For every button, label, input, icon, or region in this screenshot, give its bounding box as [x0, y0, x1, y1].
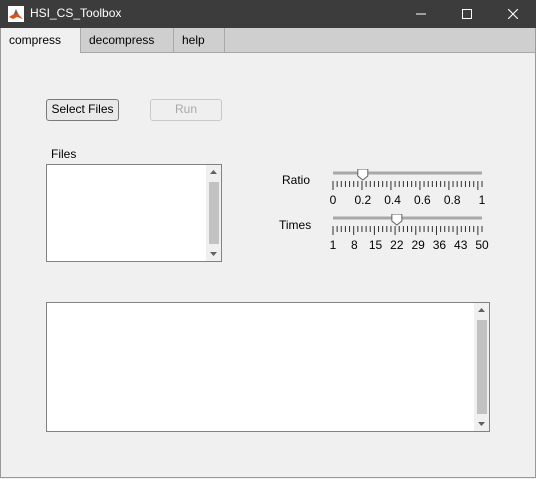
minimize-button[interactable] [398, 0, 444, 28]
output-textbox[interactable] [46, 302, 490, 432]
scroll-up-icon[interactable] [206, 165, 221, 179]
ratio-tick-label: 0.2 [354, 193, 372, 207]
times-slider-track[interactable] [333, 216, 482, 220]
scroll-down-icon[interactable] [474, 417, 489, 431]
times-slider-graphic[interactable] [330, 214, 485, 240]
compress-panel: Select Files Run Files Ratio 0 0.2 0.4 0.6 0… [1, 53, 535, 477]
maximize-icon [462, 9, 472, 19]
tab-help[interactable]: help [174, 28, 225, 52]
ratio-tick-label: 0.8 [443, 193, 461, 207]
window-title: HSI_CS_Toolbox [30, 6, 122, 20]
close-button[interactable] [490, 0, 536, 28]
select-files-button[interactable]: Select Files [46, 99, 119, 121]
ratio-label: Ratio [282, 173, 311, 187]
tab-compress[interactable]: compress [1, 28, 81, 53]
scroll-thumb[interactable] [477, 320, 487, 414]
ratio-tick-label: 1 [478, 193, 486, 207]
minimize-icon [416, 13, 426, 15]
files-scrollbar[interactable] [206, 165, 221, 261]
ratio-tick-label: 0.6 [414, 193, 431, 207]
times-slider[interactable]: 1 8 15 22 29 36 43 50 [330, 214, 489, 258]
times-tick-label: 50 [475, 238, 489, 252]
tab-decompress[interactable]: decompress [81, 28, 174, 52]
times-label: Times [279, 218, 312, 232]
output-scrollbar[interactable] [474, 303, 489, 431]
matlab-logo-icon [8, 6, 24, 22]
ratio-tick-label: 0 [329, 193, 337, 207]
files-listbox[interactable] [46, 164, 222, 262]
scroll-down-icon[interactable] [206, 247, 221, 261]
run-button[interactable]: Run [150, 99, 222, 121]
title-bar[interactable]: HSI_CS_Toolbox [0, 0, 536, 28]
scroll-up-icon[interactable] [474, 303, 489, 317]
ratio-slider-graphic[interactable] [330, 169, 485, 195]
times-slider-thumb[interactable] [391, 214, 403, 226]
maximize-button[interactable] [444, 0, 490, 28]
tab-bar: compress decompress help [1, 28, 535, 53]
files-label: Files [51, 147, 77, 161]
ratio-slider-thumb[interactable] [357, 169, 369, 181]
ratio-tick-label: 0.4 [384, 193, 401, 207]
close-icon [508, 9, 518, 19]
ratio-slider[interactable]: 0 0.2 0.4 0.6 0.8 1 [330, 169, 485, 213]
scroll-thumb[interactable] [209, 182, 219, 244]
ratio-slider-track[interactable] [333, 171, 482, 175]
